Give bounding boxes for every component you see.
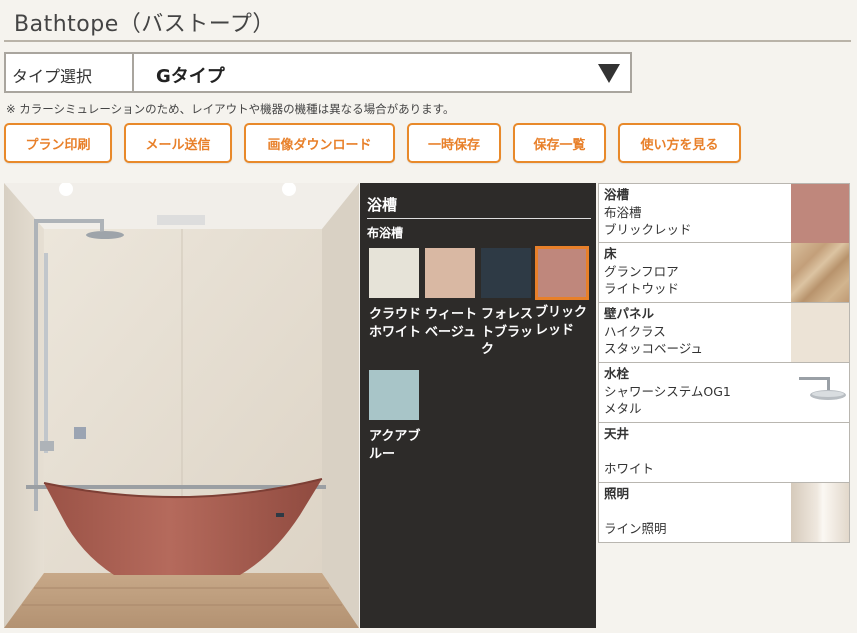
title-bar: Bathtope（バストープ）: [4, 0, 851, 42]
swatch-chip[interactable]: [535, 246, 589, 300]
line-light-thumbnail: [791, 483, 849, 542]
spec-line2: スタッコベージュ: [604, 341, 703, 356]
panel-section-title: 浴槽: [367, 194, 591, 219]
spec-head: 照明: [604, 486, 630, 501]
how-to-use-button[interactable]: 使い方を見る: [618, 123, 741, 163]
dropdown-arrow-icon[interactable]: [598, 64, 620, 83]
swatch-label: アクアブルー: [369, 429, 421, 462]
spec-head: 浴槽: [604, 187, 630, 202]
spec-line2: ブリックレッド: [604, 222, 692, 237]
spec-item-lighting[interactable]: 照明 ライン照明: [598, 483, 850, 543]
stucco-wall-thumbnail: [791, 303, 849, 362]
spec-line2: ライン照明: [604, 520, 667, 536]
brick-swatch-thumbnail: [791, 184, 849, 243]
swatch-chip[interactable]: [481, 248, 531, 298]
spec-item-bathtub[interactable]: 浴槽 布浴槽 ブリックレッド: [598, 183, 850, 243]
print-plan-button[interactable]: プラン印刷: [4, 123, 112, 163]
swatch-wheat-beige[interactable]: ウィートベージュ: [425, 248, 477, 341]
color-selection-panel: 浴槽 布浴槽 クラウドホワイト ウィートベージュ フォレストブラック ブリックレ…: [360, 183, 596, 628]
type-select-label: タイプ選択: [6, 54, 134, 91]
spec-item-ceiling[interactable]: 天井 ホワイト: [598, 423, 850, 483]
swatch-label: フォレストブラック: [481, 307, 534, 358]
swatch-label: ウィートベージュ: [425, 307, 478, 340]
spec-line1: [604, 503, 786, 520]
swatch-label: クラウドホワイト: [369, 307, 422, 340]
swatch-chip[interactable]: [369, 248, 419, 298]
bathroom-preview-image: [4, 183, 359, 628]
swatch-label: ブリックレッド: [535, 305, 588, 338]
spec-line2: ライトウッド: [604, 281, 680, 296]
spec-item-faucet[interactable]: 水栓 シャワーシステムOG1 メタル: [598, 363, 850, 423]
spec-line1: [604, 443, 844, 460]
spec-line1: 布浴槽: [604, 204, 642, 220]
shower-head-icon: [791, 363, 849, 422]
spec-list: 浴槽 布浴槽 ブリックレッド 床 グランフロア ライトウッド 壁パネル ハイクラ…: [598, 183, 850, 543]
action-buttons: プラン印刷 メール送信 画像ダウンロード 一時保存 保存一覧 使い方を見る: [4, 123, 753, 163]
type-select[interactable]: タイプ選択 Gタイプ: [4, 52, 632, 93]
temp-save-button[interactable]: 一時保存: [407, 123, 501, 163]
page-title: Bathtope（バストープ）: [14, 12, 275, 37]
swatch-chip[interactable]: [425, 248, 475, 298]
type-select-value[interactable]: Gタイプ: [134, 54, 630, 91]
spec-line2: メタル: [604, 401, 642, 416]
spec-line1: グランフロア: [604, 263, 679, 279]
send-mail-button[interactable]: メール送信: [124, 123, 232, 163]
wood-floor-thumbnail: [791, 243, 849, 302]
swatch-aqua-blue[interactable]: アクアブルー: [369, 370, 421, 463]
download-image-button[interactable]: 画像ダウンロード: [244, 123, 395, 163]
spec-line1: シャワーシステムOG1: [604, 383, 731, 399]
spec-head: 水栓: [604, 366, 630, 381]
bathroom-illustration: [4, 183, 359, 628]
spec-line1: ハイクラス: [604, 323, 666, 339]
swatch-cloud-white[interactable]: クラウドホワイト: [369, 248, 421, 341]
swatch-forest-black[interactable]: フォレストブラック: [481, 248, 533, 359]
swatch-brick-red[interactable]: ブリックレッド: [535, 246, 589, 339]
spec-head: 床: [604, 246, 617, 261]
spec-head: 壁パネル: [604, 306, 655, 321]
spec-line2: ホワイト: [604, 460, 655, 476]
spec-item-floor[interactable]: 床 グランフロア ライトウッド: [598, 243, 850, 303]
saved-list-button[interactable]: 保存一覧: [513, 123, 606, 163]
panel-subsection-title: 布浴槽: [367, 226, 404, 240]
swatch-chip[interactable]: [369, 370, 419, 420]
spec-item-wall-panel[interactable]: 壁パネル ハイクラス スタッコベージュ: [598, 303, 850, 363]
spec-head: 天井: [604, 426, 630, 441]
disclaimer-note: ※ カラーシミュレーションのため、レイアウトや機器の機種は異なる場合があります。: [6, 102, 455, 116]
